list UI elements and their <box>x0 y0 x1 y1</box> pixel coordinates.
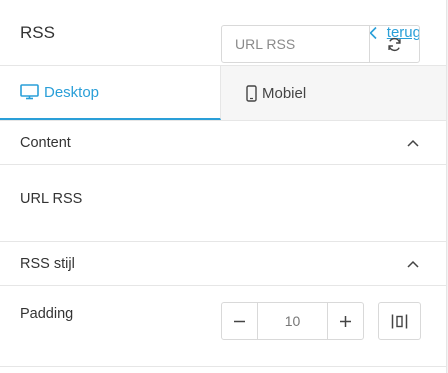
panel-title: RSS <box>20 22 55 42</box>
device-tabs: Desktop Mobiel <box>0 66 446 121</box>
content-section-title: Content <box>20 134 71 151</box>
padding-sides-icon <box>391 314 408 328</box>
style-section-title: RSS stijl <box>20 255 75 272</box>
desktop-icon <box>20 84 39 100</box>
tab-desktop[interactable]: Desktop <box>0 66 221 120</box>
increment-button[interactable] <box>328 303 363 339</box>
tab-desktop-label: Desktop <box>44 83 100 101</box>
url-rss-row: URL RSS <box>0 165 446 242</box>
content-section-header[interactable]: Content <box>0 121 446 165</box>
tab-mobile-label: Mobiel <box>262 84 307 102</box>
refresh-icon <box>388 37 401 51</box>
padding-mode-button[interactable] <box>378 302 421 340</box>
padding-stepper: 10 <box>221 302 364 340</box>
chevron-up-icon[interactable] <box>407 139 419 147</box>
settings-panel: RSS terug Desktop Mobiel Content URL RSS… <box>0 0 447 373</box>
chevron-up-icon[interactable] <box>407 260 419 268</box>
url-rss-field-group <box>221 25 420 63</box>
minus-icon <box>234 320 245 322</box>
tab-mobile[interactable]: Mobiel <box>221 66 446 120</box>
padding-value[interactable]: 10 <box>257 303 328 339</box>
mobile-icon <box>246 84 257 102</box>
decrement-button[interactable] <box>222 303 257 339</box>
padding-label: Padding <box>20 306 74 322</box>
url-rss-label: URL RSS <box>20 191 83 207</box>
url-rss-input[interactable] <box>222 26 369 62</box>
refresh-button[interactable] <box>369 26 419 62</box>
plus-icon <box>340 315 351 327</box>
style-section-header[interactable]: RSS stijl <box>0 242 446 286</box>
